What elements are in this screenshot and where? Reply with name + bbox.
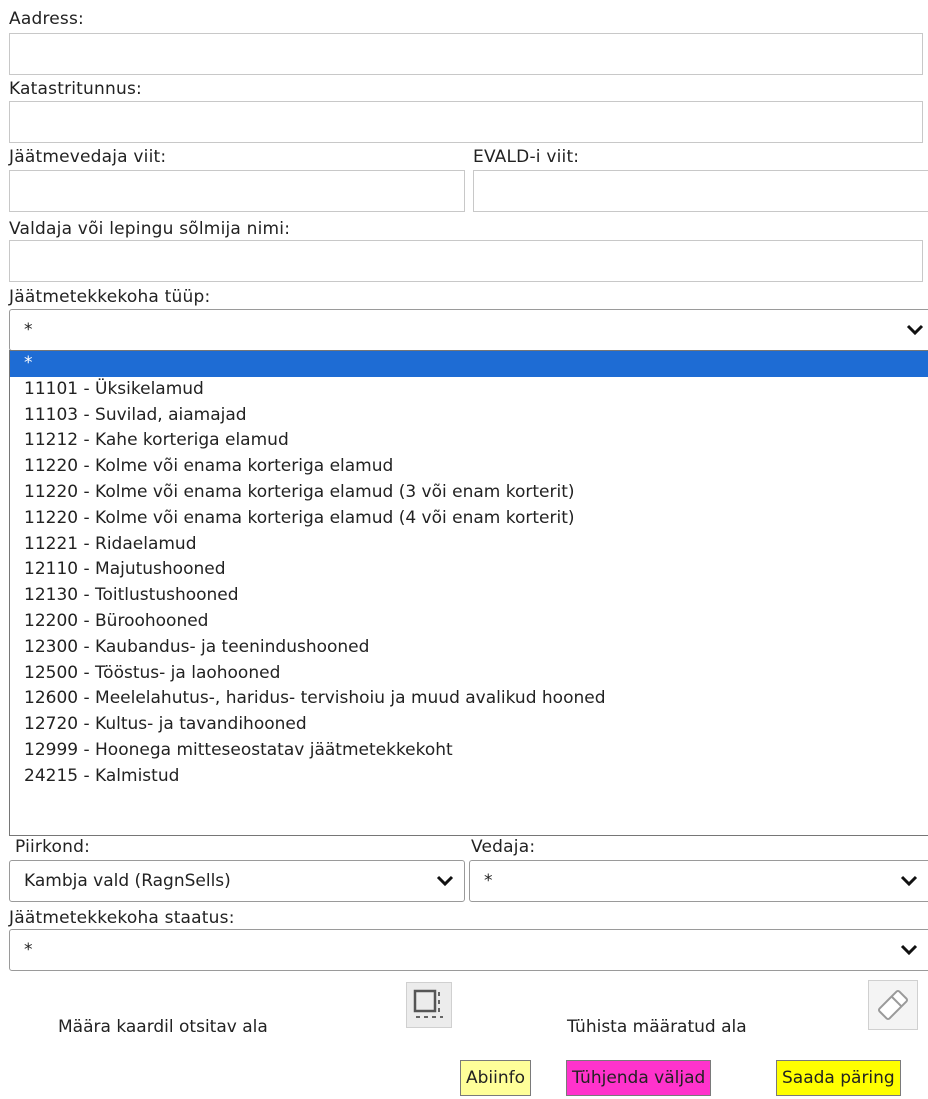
vedaja-label: Vedaja:: [471, 837, 536, 857]
clear-area-button[interactable]: [868, 980, 918, 1030]
tyyp-option[interactable]: 24215 - Kalmistud: [10, 764, 928, 790]
jaatmevedaja-viit-input[interactable]: [9, 170, 465, 212]
tyyp-option[interactable]: 11220 - Kolme või enama korteriga elamud…: [10, 506, 928, 532]
piirkond-select[interactable]: Kambja vald (RagnSells): [9, 860, 465, 902]
tyyp-label: Jäätmetekkekoha tüüp:: [9, 287, 211, 307]
tyyp-option[interactable]: 11221 - Ridaelamud: [10, 532, 928, 558]
tyyp-select-value: *: [24, 320, 33, 340]
aadress-input[interactable]: [9, 33, 923, 75]
tyyp-option[interactable]: *: [10, 351, 928, 377]
piirkond-label: Piirkond:: [15, 837, 91, 857]
tyyp-option[interactable]: 12999 - Hoonega mitteseostatav jäätmetek…: [10, 738, 928, 764]
tyyp-option[interactable]: 12720 - Kultus- ja tavandihooned: [10, 712, 928, 738]
staatus-label: Jäätmetekkekoha staatus:: [9, 908, 235, 928]
tyyp-dropdown-list[interactable]: * 11101 - Üksikelamud 11103 - Suvilad, aia…: [9, 350, 928, 836]
tyyp-option[interactable]: 11220 - Kolme või enama korteriga elamud…: [10, 480, 928, 506]
vedaja-select-value: *: [484, 871, 493, 891]
tyyp-select[interactable]: *: [9, 309, 928, 351]
piirkond-select-value: Kambja vald (RagnSells): [24, 871, 231, 891]
staatus-select[interactable]: *: [9, 929, 928, 971]
tyyp-option[interactable]: 11220 - Kolme või enama korteriga elamud: [10, 454, 928, 480]
katastritunnus-label: Katastritunnus:: [9, 79, 142, 99]
select-area-icon: [413, 989, 443, 1018]
aadress-label: Aadress:: [9, 9, 84, 29]
tyyp-option[interactable]: 11101 - Üksikelamud: [10, 377, 928, 403]
chevron-down-icon: [900, 944, 918, 956]
staatus-select-value: *: [24, 940, 33, 960]
tyyp-option[interactable]: 12600 - Meelelahutus-, haridus- tervisho…: [10, 686, 928, 712]
tyyp-option[interactable]: 12130 - Toitlustushooned: [10, 583, 928, 609]
clear-area-label: Tühista määratud ala: [567, 1017, 747, 1037]
katastritunnus-input[interactable]: [9, 101, 923, 143]
chevron-down-icon: [906, 324, 924, 336]
evald-viit-label: EVALD-i viit:: [473, 147, 580, 167]
eraser-icon: [877, 989, 909, 1021]
select-area-button[interactable]: [406, 982, 452, 1028]
evald-viit-input[interactable]: [473, 170, 928, 212]
tyyp-option[interactable]: 12200 - Büroohooned: [10, 609, 928, 635]
tyyp-option[interactable]: 12300 - Kaubandus- ja teenindushooned: [10, 635, 928, 661]
chevron-down-icon: [436, 875, 454, 887]
chevron-down-icon: [900, 875, 918, 887]
clear-fields-button[interactable]: Tühjenda väljad: [566, 1060, 712, 1096]
valdaja-label: Valdaja või lepingu sõlmija nimi:: [9, 219, 291, 239]
tyyp-option[interactable]: 12500 - Tööstus- ja laohooned: [10, 661, 928, 687]
tyyp-option[interactable]: 11212 - Kahe korteriga elamud: [10, 428, 928, 454]
tyyp-option[interactable]: 12110 - Majutushooned: [10, 557, 928, 583]
vedaja-select[interactable]: *: [469, 860, 928, 902]
jaatmevedaja-viit-label: Jäätmevedaja viit:: [9, 147, 167, 167]
tyyp-option[interactable]: 11103 - Suvilad, aiamajad: [10, 403, 928, 429]
submit-query-button[interactable]: Saada päring: [776, 1060, 901, 1096]
help-button[interactable]: Abiinfo: [460, 1060, 532, 1096]
valdaja-input[interactable]: [9, 240, 923, 282]
define-area-label: Määra kaardil otsitav ala: [58, 1017, 268, 1037]
